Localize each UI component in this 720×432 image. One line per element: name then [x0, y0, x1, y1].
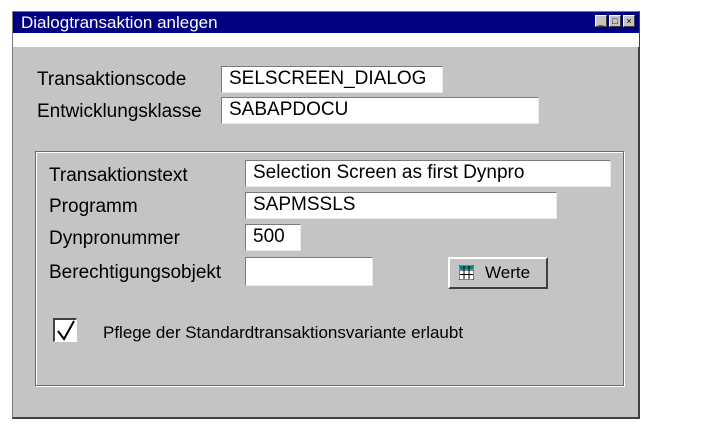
- checkbox-label: Pflege der Standardtransaktionsvariante …: [103, 323, 464, 342]
- dynpronummer-field[interactable]: 500: [245, 224, 301, 251]
- title-separator: [13, 33, 639, 47]
- berechtigungsobjekt-field[interactable]: [245, 257, 373, 286]
- standardtransaktionsvariante-checkbox[interactable]: [53, 318, 77, 342]
- entwicklungsklasse-label: Entwicklungsklasse: [37, 101, 202, 122]
- window-title: Dialogtransaktion anlegen: [21, 13, 218, 32]
- werte-button-label: Werte: [485, 263, 531, 282]
- dialog-window: Dialogtransaktion anlegen _ □ × Transakt…: [12, 11, 640, 419]
- berechtigungsobjekt-label: Berechtigungsobjekt: [49, 262, 222, 283]
- werte-button[interactable]: Werte: [448, 257, 548, 289]
- transaktionstext-field[interactable]: Selection Screen as first Dynpro: [245, 160, 611, 187]
- maximize-button[interactable]: □: [609, 15, 621, 27]
- maximize-icon: □: [612, 16, 618, 26]
- programm-field[interactable]: SAPMSSLS: [245, 192, 557, 219]
- entwicklungsklasse-field[interactable]: SABAPDOCU: [221, 97, 539, 124]
- programm-label: Programm: [49, 196, 138, 217]
- minimize-button[interactable]: _: [595, 15, 607, 27]
- minimize-icon: _: [598, 16, 604, 26]
- dynpronummer-label: Dynpronummer: [49, 228, 180, 249]
- transaktionscode-label: Transaktionscode: [37, 69, 187, 90]
- checkmark-icon: [57, 320, 75, 341]
- table-icon: [459, 265, 474, 280]
- title-bar[interactable]: Dialogtransaktion anlegen _ □ ×: [13, 12, 639, 33]
- transaktionscode-field[interactable]: SELSCREEN_DIALOG: [221, 66, 443, 93]
- transaktionstext-label: Transaktionstext: [49, 165, 188, 186]
- close-button[interactable]: ×: [623, 15, 635, 27]
- close-icon: ×: [626, 16, 632, 26]
